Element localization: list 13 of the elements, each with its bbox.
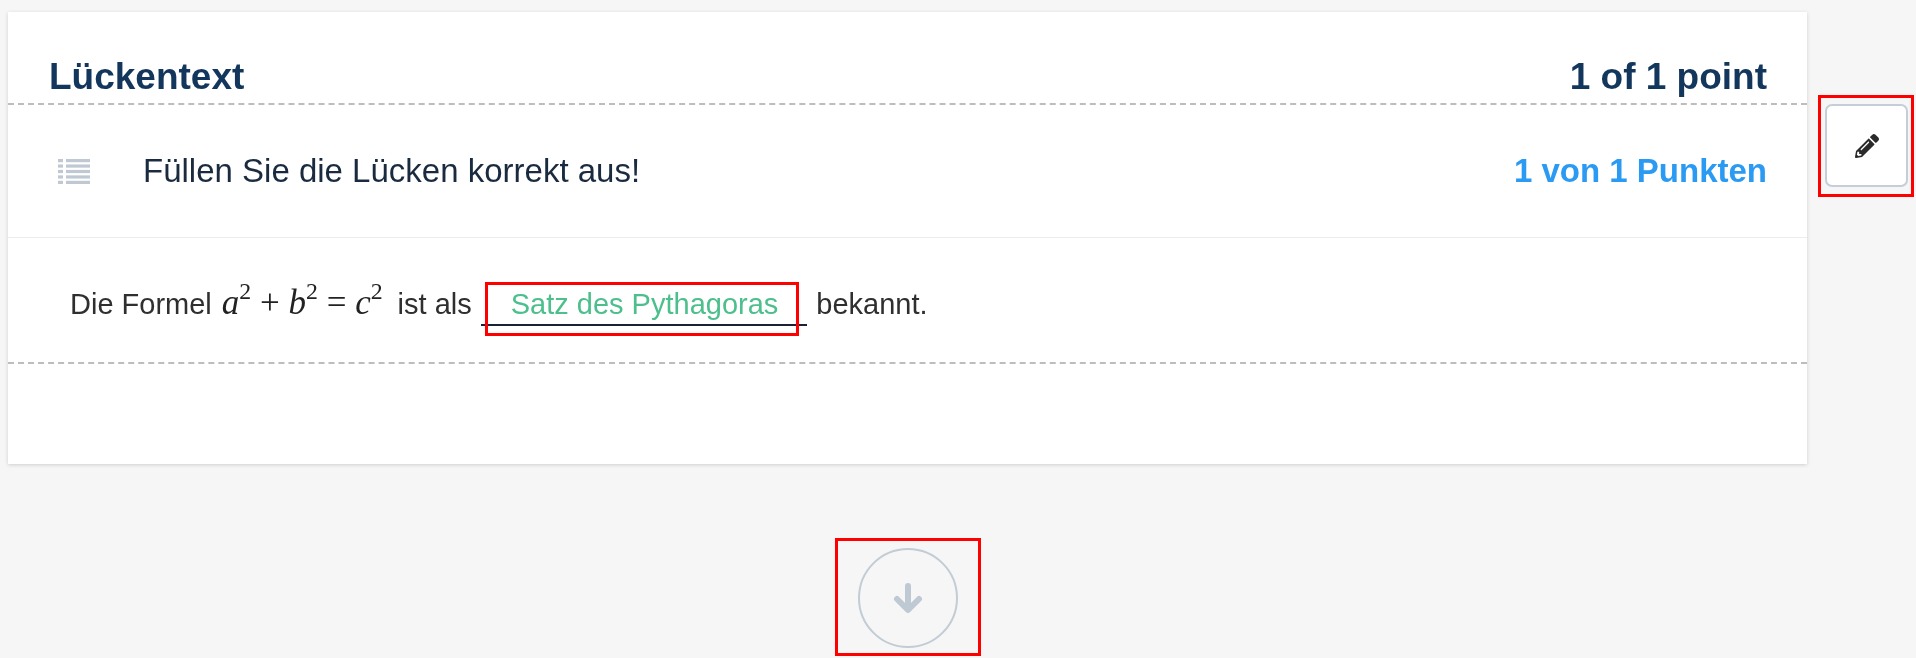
pencil-icon — [1854, 133, 1879, 158]
sentence-text: Die Formel — [70, 287, 212, 322]
sentence-text: bekannt. — [816, 287, 928, 322]
question-title: Lückentext — [49, 56, 245, 99]
math-formula: a$^{2}$ + b$^{2}$ = c$^{2}$ — [221, 282, 383, 324]
sentence-text: ist als — [397, 287, 472, 322]
fill-in-line[interactable]: Satz des Pythagoras — [480, 285, 808, 326]
edit-button[interactable] — [1825, 104, 1908, 187]
instruction-text: Füllen Sie die Lücken korrekt aus! — [143, 151, 642, 191]
down-arrow-icon — [891, 582, 924, 614]
list-icon — [58, 158, 90, 184]
score-text: 1 of 1 point — [1569, 56, 1767, 99]
points-text: 1 von 1 Punkten — [1513, 151, 1767, 191]
